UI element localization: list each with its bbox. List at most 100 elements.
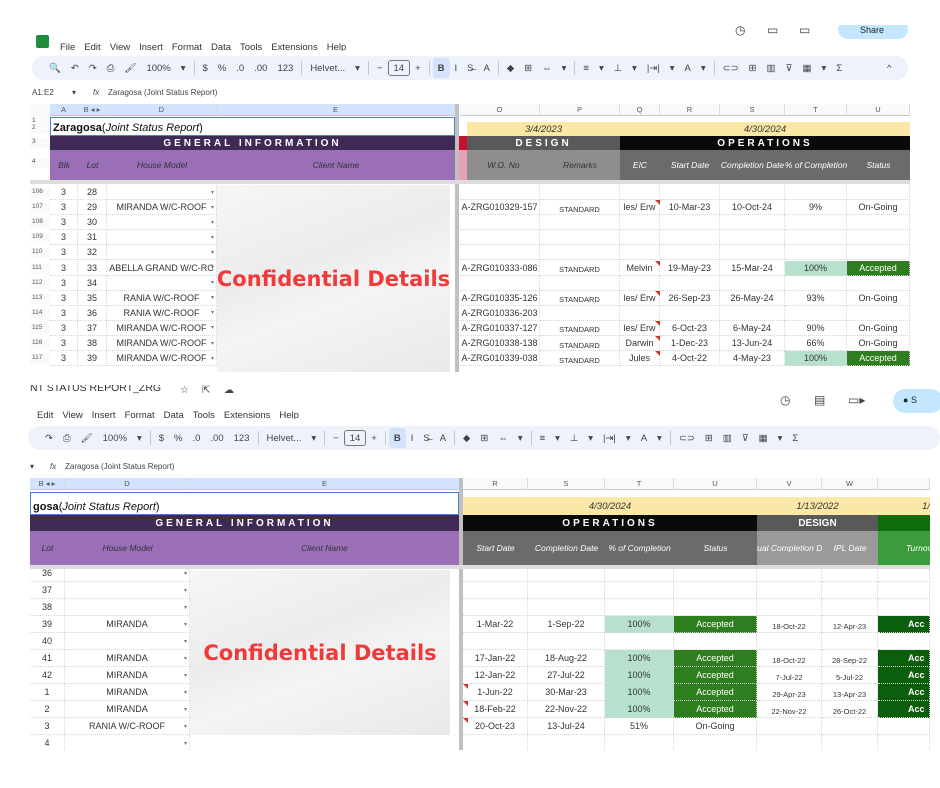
toolbar-button[interactable]: ↷ [84, 58, 102, 78]
cell[interactable] [463, 565, 528, 582]
toolbar-button[interactable]: ▾ [665, 58, 680, 78]
cell[interactable]: 37 [30, 582, 65, 599]
cell[interactable]: 100% [785, 351, 847, 367]
toolbar-button[interactable]: ▾ [621, 428, 636, 448]
toolbar-button[interactable]: ▾ [550, 428, 565, 448]
dropdown-arrow-icon[interactable]: ▾ [184, 621, 187, 628]
column-header[interactable]: E [190, 478, 460, 490]
toolbar-button[interactable]: ◆ [502, 58, 519, 78]
cell[interactable] [757, 718, 822, 735]
cell[interactable] [528, 633, 605, 650]
house-model-dropdown[interactable]: MIRANDA ▾ [65, 616, 190, 633]
cell[interactable] [720, 230, 785, 246]
cell[interactable] [757, 599, 822, 616]
menu-item-help[interactable]: Help [279, 410, 299, 419]
cell[interactable]: Accepted [674, 650, 757, 667]
cell[interactable]: 100% [605, 650, 674, 667]
cell[interactable]: Acc [878, 684, 930, 701]
cell[interactable]: 3 [50, 185, 78, 200]
cell[interactable]: On-Going [674, 718, 757, 735]
history-icon[interactable]: ◷ [735, 25, 753, 37]
bold-button[interactable]: B [388, 428, 406, 448]
row-number[interactable]: 109 [30, 233, 50, 244]
cell[interactable]: 18-Oct-22 [757, 616, 822, 633]
cell[interactable] [605, 633, 674, 650]
cell[interactable] [460, 230, 540, 246]
toolbar-button[interactable]: 🖌 [76, 428, 98, 448]
cell[interactable]: 28 [78, 185, 107, 200]
house-model-dropdown[interactable]: ▾ [107, 245, 217, 261]
cell[interactable]: Accepted [674, 616, 757, 633]
document-title[interactable]: NT STATUS REPORT_ZRG [30, 385, 170, 394]
cell[interactable]: 30-Mar-23 [528, 684, 605, 701]
toolbar-button[interactable]: ≡ [578, 58, 594, 78]
cell[interactable] [620, 305, 660, 321]
column-header[interactable]: R [463, 478, 528, 490]
menu-item-extensions[interactable]: Extensions [271, 42, 317, 51]
cell[interactable]: 36 [78, 305, 107, 321]
cell[interactable] [463, 582, 528, 599]
column-header[interactable]: W [822, 478, 878, 490]
toolbar-button[interactable]: ⇔ [493, 428, 513, 448]
toolbar-button[interactable]: ↶ [66, 58, 84, 78]
menu-item-help[interactable]: Help [327, 42, 347, 51]
cell[interactable]: 35 [78, 290, 107, 306]
toolbar-button[interactable]: − [328, 428, 344, 448]
font-size-input[interactable]: 14 [387, 60, 411, 76]
toolbar-button[interactable]: ▾ [816, 58, 831, 78]
toolbar-button[interactable]: + [410, 58, 426, 78]
cell[interactable]: 93% [785, 290, 847, 306]
cell[interactable] [878, 599, 930, 616]
cell[interactable]: 41 [30, 650, 65, 667]
cell[interactable]: Accepted [674, 684, 757, 701]
cell[interactable] [660, 275, 720, 291]
cell[interactable] [822, 582, 878, 599]
cell[interactable]: A-ZRG010333-086 [460, 260, 540, 276]
cell[interactable]: 100% [605, 667, 674, 684]
toolbar-button[interactable]: ⊂⊃ [674, 428, 700, 448]
toolbar-button[interactable]: ⊂⊃ [718, 58, 744, 78]
dropdown-arrow-icon[interactable]: ▾ [211, 249, 214, 256]
toolbar-button[interactable]: ▥ [718, 428, 737, 448]
menu-item-insert[interactable]: Insert [92, 410, 116, 419]
house-model-dropdown[interactable]: MIRANDA W/C-ROOF ▾ [107, 200, 217, 216]
cell[interactable] [720, 215, 785, 231]
toolbar-button[interactable]: 123 [272, 58, 298, 78]
cell[interactable]: 34 [78, 275, 107, 291]
column-header[interactable]: U [674, 478, 757, 490]
column-header[interactable]: A [50, 104, 78, 116]
cell[interactable] [822, 633, 878, 650]
cell[interactable]: 10-Oct-24 [720, 200, 785, 216]
cell[interactable] [540, 230, 620, 246]
menu-item-tools[interactable]: Tools [240, 42, 262, 51]
cell[interactable]: Acc [878, 667, 930, 684]
cell[interactable] [460, 215, 540, 231]
cell[interactable] [463, 633, 528, 650]
cell[interactable]: 32 [78, 245, 107, 261]
column-header[interactable]: B ◂ ▸ [30, 478, 65, 490]
cell[interactable] [660, 305, 720, 321]
toolbar-button[interactable]: ⊽ [781, 58, 798, 78]
cell[interactable]: 3 [50, 245, 78, 261]
cell[interactable]: 4-Oct-22 [660, 351, 720, 367]
cell[interactable]: 27-Jul-22 [528, 667, 605, 684]
cell[interactable]: 1-Dec-23 [660, 336, 720, 351]
toolbar-button[interactable]: ▾ [652, 428, 667, 448]
toolbar-button[interactable]: ▾ [350, 58, 365, 78]
row-number[interactable]: 115 [30, 323, 50, 334]
cell[interactable] [460, 275, 540, 291]
cell[interactable]: 1-Mar-22 [463, 616, 528, 633]
toolbar-button[interactable]: ▥ [762, 58, 781, 78]
row-number[interactable]: 4 [30, 158, 50, 168]
cell[interactable]: 51% [605, 718, 674, 735]
house-model-dropdown[interactable]: ▾ [65, 582, 190, 599]
cell[interactable] [822, 735, 878, 750]
cell[interactable]: 3 [50, 320, 78, 336]
cell[interactable]: 12-Jan-22 [463, 667, 528, 684]
cell[interactable]: 33 [78, 260, 107, 276]
formula-input[interactable]: Zaragosa (Joint Status Report) [65, 462, 265, 474]
cell[interactable]: 22-Nov-22 [757, 701, 822, 718]
cell[interactable] [785, 215, 847, 231]
cell[interactable]: 4 [30, 735, 65, 750]
dropdown-arrow-icon[interactable]: ▾ [211, 219, 214, 226]
